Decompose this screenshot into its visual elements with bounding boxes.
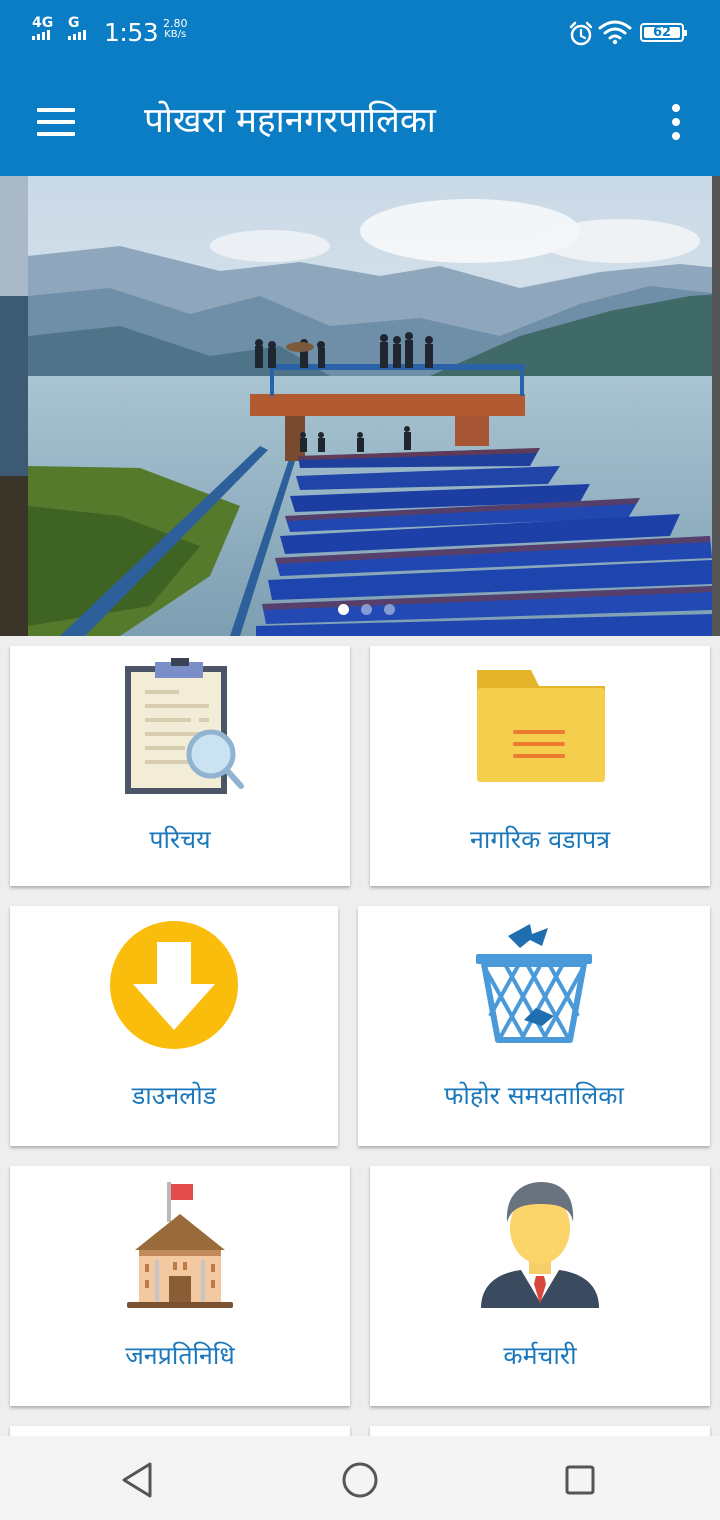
carousel-dot[interactable] (338, 604, 349, 615)
recents-square-icon[interactable] (558, 1458, 602, 1502)
trash-basket-icon (472, 920, 596, 1050)
clipboard-search-icon (115, 658, 245, 798)
tile-introduction[interactable]: परिचय (10, 646, 350, 886)
network-type-1: 4G (32, 15, 54, 31)
download-icon (109, 920, 239, 1054)
banner-carousel[interactable] (0, 176, 720, 636)
network-speed-value: 2.80 (163, 17, 188, 30)
tile-label: फोहोर समयतालिका (444, 1081, 624, 1110)
battery-level: 62 (652, 25, 672, 40)
network-speed-unit: KB/s (164, 29, 187, 40)
tile-label: जनप्रतिनिधि (125, 1341, 235, 1370)
tile-download[interactable]: डाउनलोड (10, 906, 338, 1146)
back-triangle-icon[interactable] (116, 1458, 160, 1502)
tile-public-representatives[interactable]: जनप्रतिनिधि (10, 1166, 350, 1406)
carousel-indicator (338, 604, 395, 615)
employee-icon (475, 1180, 605, 1314)
system-navigation-bar (0, 1436, 720, 1520)
wifi-icon (598, 19, 632, 49)
folder-icon (475, 668, 605, 788)
status-bar: 4G G 1:53 2.80 KB/s 62 (0, 0, 720, 66)
lake-pier-photo (0, 176, 720, 636)
network-speed: 2.80 KB/s (163, 18, 188, 40)
alarm-icon (568, 21, 594, 51)
home-circle-icon[interactable] (338, 1458, 382, 1502)
network-type-2: G (68, 15, 80, 31)
tile-label: परिचय (149, 825, 211, 854)
tile-label: कर्मचारी (503, 1341, 577, 1370)
tile-label: नागरिक वडापत्र (469, 825, 611, 854)
app-bar: पोखरा महानगरपालिका (0, 66, 720, 176)
battery-indicator: 62 (640, 23, 687, 42)
carousel-dot[interactable] (384, 604, 395, 615)
hamburger-menu-icon[interactable] (30, 102, 82, 142)
more-vertical-icon[interactable] (658, 100, 694, 144)
page-title: पोखरा महानगरपालिका (144, 101, 436, 141)
tile-citizen-charter[interactable]: नागरिक वडापत्र (370, 646, 710, 886)
carousel-dot[interactable] (361, 604, 372, 615)
government-building-icon (125, 1180, 235, 1314)
signal-strength-2-icon (68, 30, 86, 40)
tile-waste-schedule[interactable]: फोहोर समयतालिका (358, 906, 710, 1146)
tile-employees[interactable]: कर्मचारी (370, 1166, 710, 1406)
status-time: 1:53 (104, 18, 159, 47)
tile-label: डाउनलोड (131, 1081, 217, 1110)
signal-strength-1-icon (32, 30, 50, 40)
